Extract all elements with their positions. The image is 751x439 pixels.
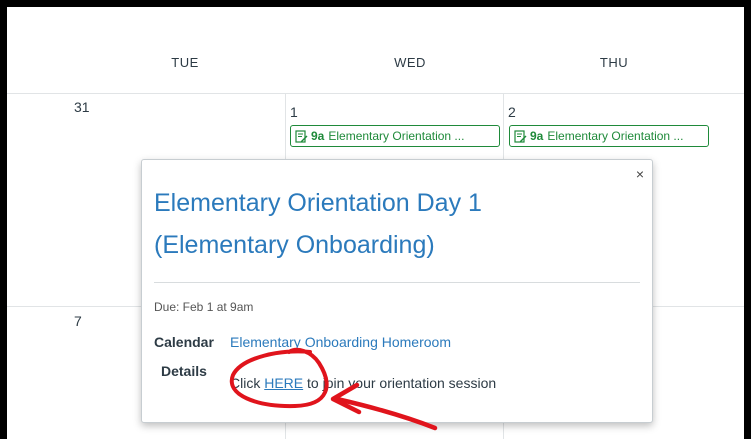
event-details-popover: × Elementary Orientation Day 1 (Elementa… xyxy=(141,159,653,423)
event-time: 9a xyxy=(311,129,325,143)
close-icon[interactable]: × xyxy=(636,166,644,182)
day-number-wed[interactable]: 1 xyxy=(290,104,298,120)
details-suffix: to join your orientation session xyxy=(303,375,497,391)
popover-divider xyxy=(154,282,640,283)
calendar-event-wed[interactable]: 9a Elementary Orientation ... xyxy=(290,125,500,147)
calendar-link[interactable]: Elementary Onboarding Homeroom xyxy=(230,334,451,350)
day-header-wed: WED xyxy=(394,55,426,70)
event-time: 9a xyxy=(530,129,544,143)
day-number-tue[interactable]: 31 xyxy=(74,99,90,115)
calendar-event-thu[interactable]: 9a Elementary Orientation ... xyxy=(509,125,709,147)
event-title: Elementary Orientation ... xyxy=(328,129,465,143)
day-header-thu: THU xyxy=(599,55,629,70)
calendar-frame: TUE WED THU 31 1 2 7 9a Elementary Orien… xyxy=(7,7,744,439)
details-label: Details xyxy=(161,363,207,379)
event-title: Elementary Orientation ... xyxy=(547,129,684,143)
day-number-thu[interactable]: 2 xyxy=(508,104,516,120)
details-text: Click HERE to join your orientation sess… xyxy=(230,375,496,391)
calendar-label: Calendar xyxy=(154,334,214,350)
event-title-line1: Elementary Orientation Day 1 xyxy=(154,189,482,217)
event-due-date: Due: Feb 1 at 9am xyxy=(154,300,254,314)
calendar-edit-icon xyxy=(295,129,308,143)
calendar-edit-icon xyxy=(514,129,527,143)
event-title-line2: (Elementary Onboarding) xyxy=(154,231,435,259)
join-session-link[interactable]: HERE xyxy=(264,375,303,391)
day-header-tue: TUE xyxy=(171,55,199,70)
week-row-divider xyxy=(7,93,744,94)
event-title-heading[interactable]: Elementary Orientation Day 1 (Elementary… xyxy=(154,182,594,266)
details-prefix: Click xyxy=(230,375,265,391)
day-number-next-tue[interactable]: 7 xyxy=(74,313,82,329)
